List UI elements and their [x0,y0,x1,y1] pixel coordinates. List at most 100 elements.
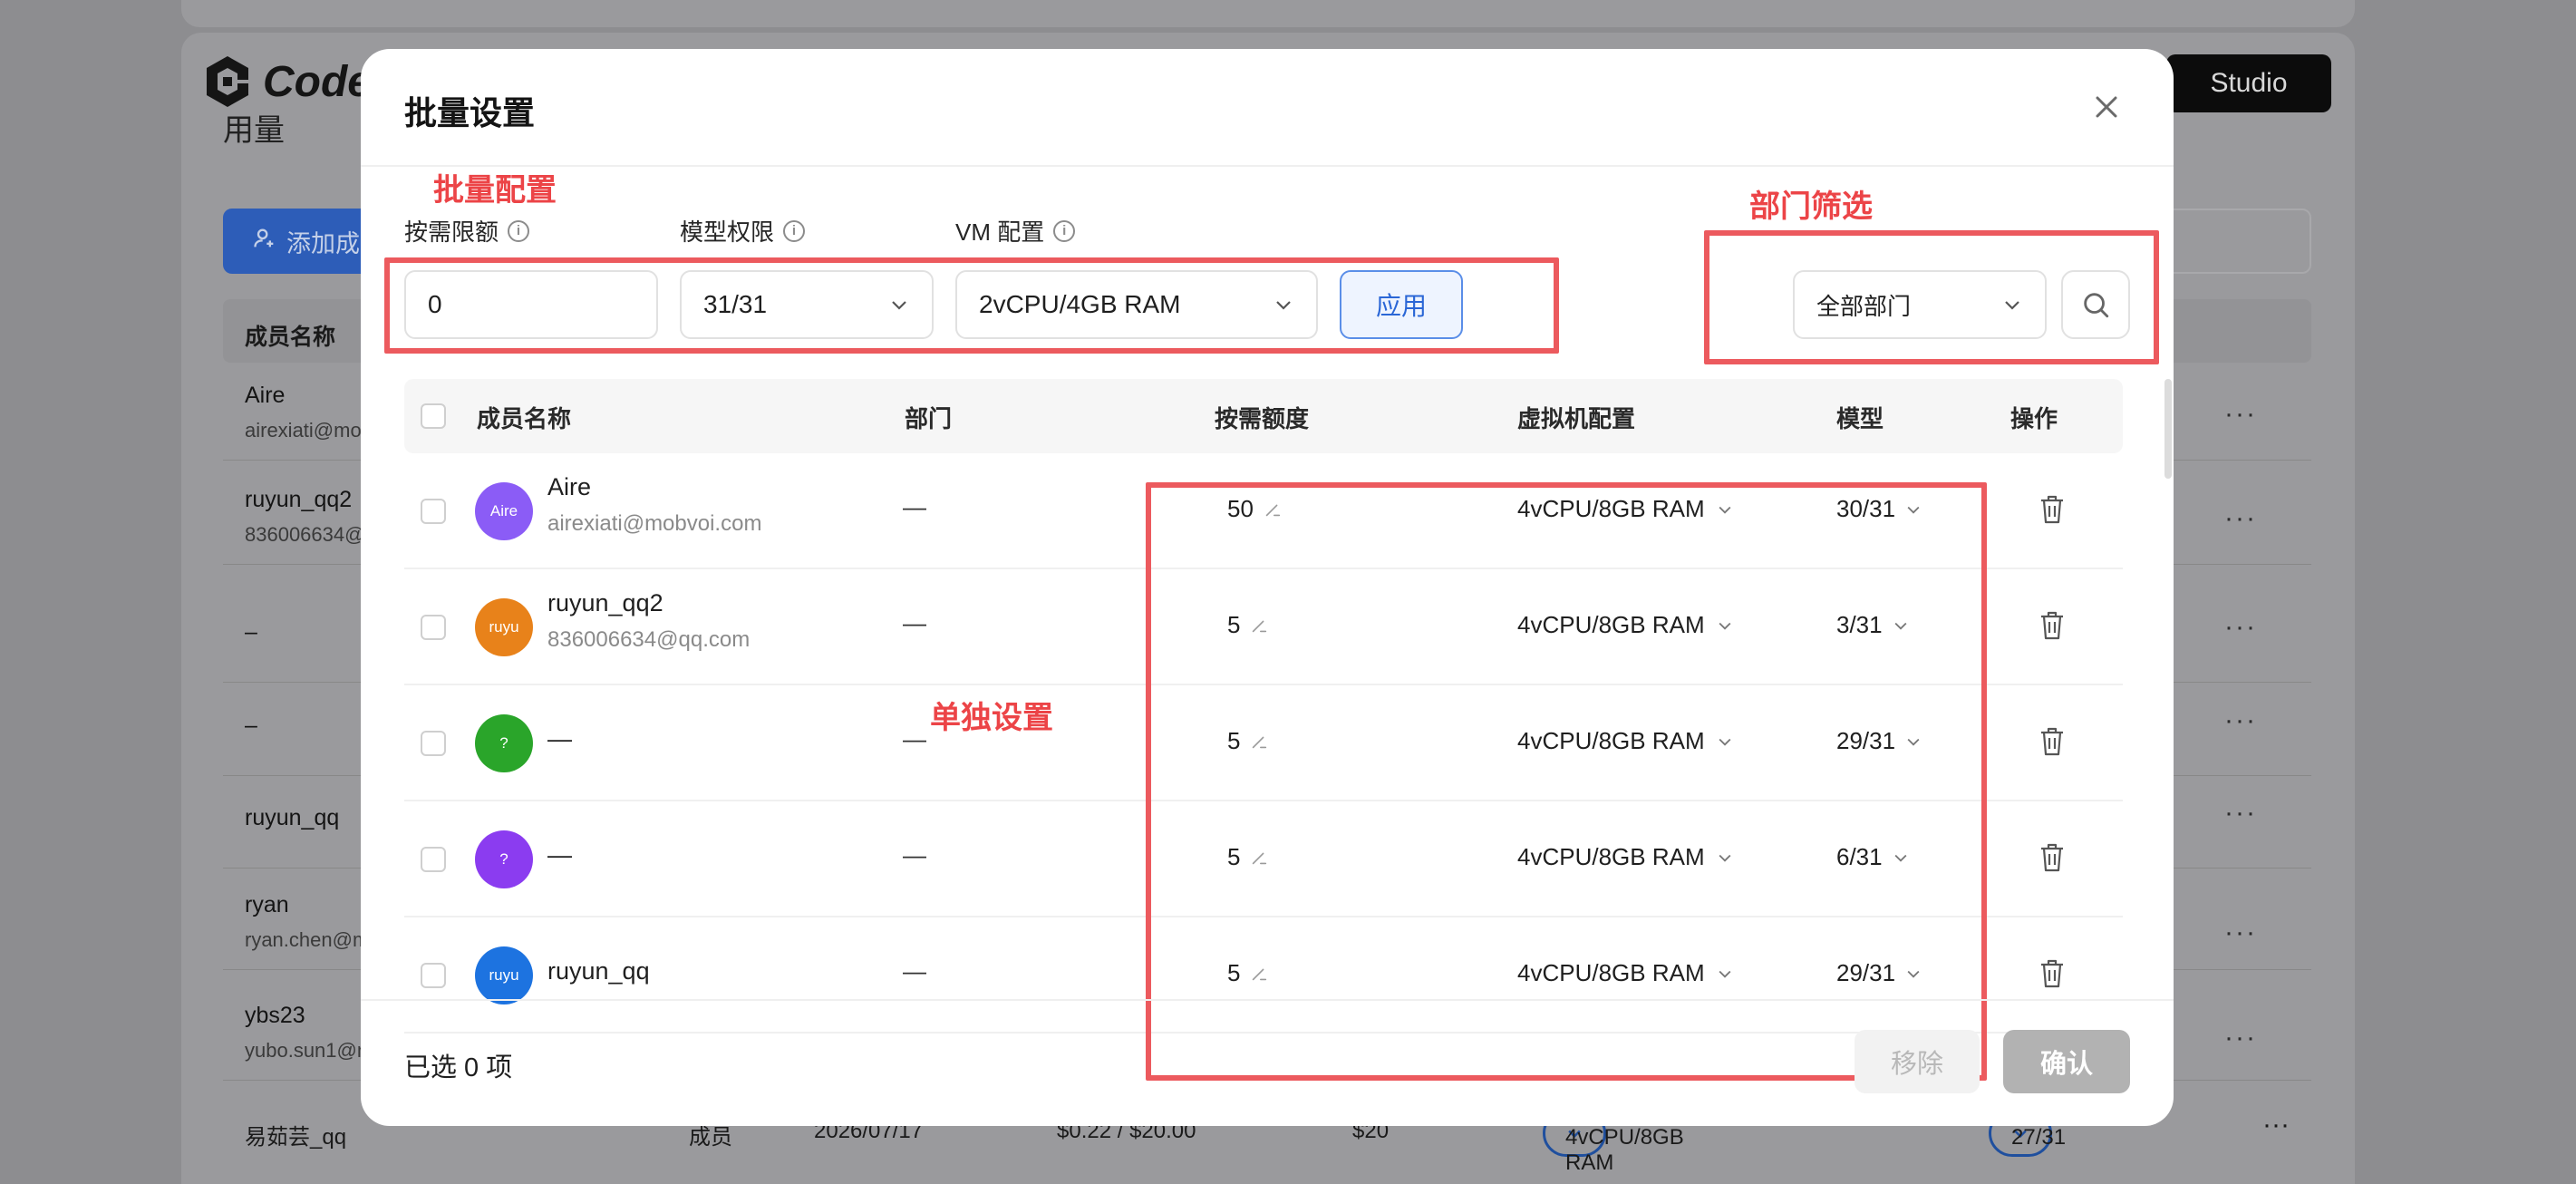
member-name: Aire [547,473,592,500]
row-checkbox[interactable] [421,731,446,756]
quota-edit[interactable]: 5 [1227,611,1269,639]
background-row-name: ruyun_qq2 [245,487,353,512]
avatar: ? [475,830,533,888]
model-value: 29/31 [1836,727,1896,754]
studio-button[interactable]: Studio [2166,54,2331,112]
model-value: 6/31 [1836,843,1883,870]
model-select[interactable]: 3/31 [1836,611,1910,639]
trash-icon[interactable] [2038,841,2067,874]
edit-pencil-icon[interactable] [1263,500,1283,519]
vm-select[interactable]: 2vCPU/4GB RAM [955,270,1318,339]
vm-config-select[interactable]: 4vCPU/8GB RAM [1517,611,1734,639]
row-menu-icon[interactable]: ··· [2224,917,2257,948]
quota-edit[interactable]: 5 [1227,959,1269,987]
quota-value: 5 [1227,727,1241,754]
row-menu-icon[interactable]: ··· [2224,1023,2257,1053]
row-menu-icon[interactable]: ··· [2262,1110,2290,1140]
chevron-down-icon [1719,506,1731,514]
quota-input[interactable]: 0 [404,270,658,339]
edit-pencil-icon[interactable] [1249,964,1269,984]
batch-settings-modal: 批量设置 批量配置 部门筛选 单独设置 按需限额 i 模型权限 i VM 配置 … [361,49,2174,1126]
info-icon[interactable]: i [783,219,806,242]
scrollbar[interactable] [2164,379,2172,479]
background-row-name: – [245,619,257,645]
background-vm-value: 4vCPU/8GB RAM [1565,1125,1684,1175]
background-row-name: – [245,713,257,738]
chevron-down-icon [1719,854,1731,862]
annotation-batch-config: 批量配置 [433,173,557,208]
member-table-header: 成员名称 部门 按需额度 虚拟机配置 模型 操作 [404,379,2123,453]
vm-config-value: 4vCPU/8GB RAM [1517,843,1705,870]
vm-config-select[interactable]: 4vCPU/8GB RAM [1517,495,1734,523]
background-row-name: ybs23 [245,1003,305,1028]
vm-config-select[interactable]: 4vCPU/8GB RAM [1517,727,1734,755]
trash-icon[interactable] [2038,609,2067,642]
row-menu-icon[interactable]: ··· [2224,503,2257,534]
select-all-checkbox[interactable] [421,403,446,429]
close-icon[interactable] [2088,89,2125,125]
annotation-dept-filter: 部门筛选 [1749,189,1873,224]
row-menu-icon[interactable]: ··· [2224,399,2257,430]
quota-edit[interactable]: 50 [1227,495,1283,523]
table-row: ruyu ruyun_qq — 5 4vCPU/8GB RAM 29/31 [404,917,2123,1034]
modal-title: 批量设置 [404,94,536,131]
vm-config-value: 4vCPU/8GB RAM [1517,495,1705,522]
vm-config-value: 4vCPU/8GB RAM [1517,959,1705,986]
model-select[interactable]: 6/31 [1836,843,1910,871]
quota-input-value: 0 [428,290,442,318]
add-member-label: 添加成 [286,229,360,257]
quota-edit[interactable]: 5 [1227,727,1269,755]
row-checkbox[interactable] [421,615,446,640]
model-select[interactable]: 29/31 [1836,959,1922,987]
table-row: ? — — 5 4vCPU/8GB RAM 29/31 [404,685,2123,801]
member-name: ruyun_qq2 [547,589,663,616]
avatar: ruyu [475,598,533,656]
member-name: ruyun_qq [547,957,650,985]
member-department: — [903,493,926,520]
row-checkbox[interactable] [421,499,446,524]
row-checkbox[interactable] [421,963,446,988]
avatar: ruyu [475,946,533,1004]
model-label-text: 模型权限 [680,218,775,246]
quota-value: 5 [1227,611,1241,638]
edit-pencil-icon[interactable] [1249,848,1269,868]
row-checkbox[interactable] [421,847,446,872]
edit-pencil-icon[interactable] [1249,616,1269,636]
logo-mark-icon [201,53,254,111]
vm-config-value: 4vCPU/8GB RAM [1517,611,1705,638]
row-menu-icon[interactable]: ··· [2224,798,2257,829]
edit-pencil-icon[interactable] [1249,732,1269,752]
table-row: ? — — 5 4vCPU/8GB RAM 6/31 [404,801,2123,917]
quota-label-text: 按需限额 [404,218,499,246]
search-button[interactable] [2061,270,2130,339]
quota-edit[interactable]: 5 [1227,843,1269,871]
model-select[interactable]: 31/31 [680,270,934,339]
chevron-down-icon [892,301,906,310]
quota-value: 5 [1227,959,1241,986]
row-menu-icon[interactable]: ··· [2224,705,2257,736]
selected-count: 已选 0 项 [404,1053,513,1082]
info-icon[interactable]: i [1053,219,1076,242]
model-select[interactable]: 29/31 [1836,727,1922,755]
vm-config-select[interactable]: 4vCPU/8GB RAM [1517,959,1734,987]
header-quota: 按需额度 [1215,405,1310,432]
trash-icon[interactable] [2038,957,2067,990]
trash-icon[interactable] [2038,493,2067,526]
info-icon[interactable]: i [508,219,530,242]
chevron-down-icon [1894,854,1907,862]
add-member-button[interactable]: 添加成 [223,209,377,274]
background-row-name: ruyun_qq [245,805,340,830]
apply-button[interactable]: 应用 [1340,270,1463,339]
vm-config-select[interactable]: 4vCPU/8GB RAM [1517,843,1734,871]
department-select-value: 全部部门 [1816,292,1912,320]
department-select[interactable]: 全部部门 [1793,270,2047,339]
remove-button[interactable]: 移除 [1855,1030,1980,1093]
quota-label: 按需限额 i [404,214,530,247]
add-user-icon [252,226,277,257]
trash-icon[interactable] [2038,725,2067,758]
model-select[interactable]: 30/31 [1836,495,1922,523]
confirm-button[interactable]: 确认 [2003,1030,2130,1093]
vm-select-value: 2vCPU/4GB RAM [979,290,1181,318]
background-model-value: 27/31 [2011,1125,2067,1150]
row-menu-icon[interactable]: ··· [2224,612,2257,643]
